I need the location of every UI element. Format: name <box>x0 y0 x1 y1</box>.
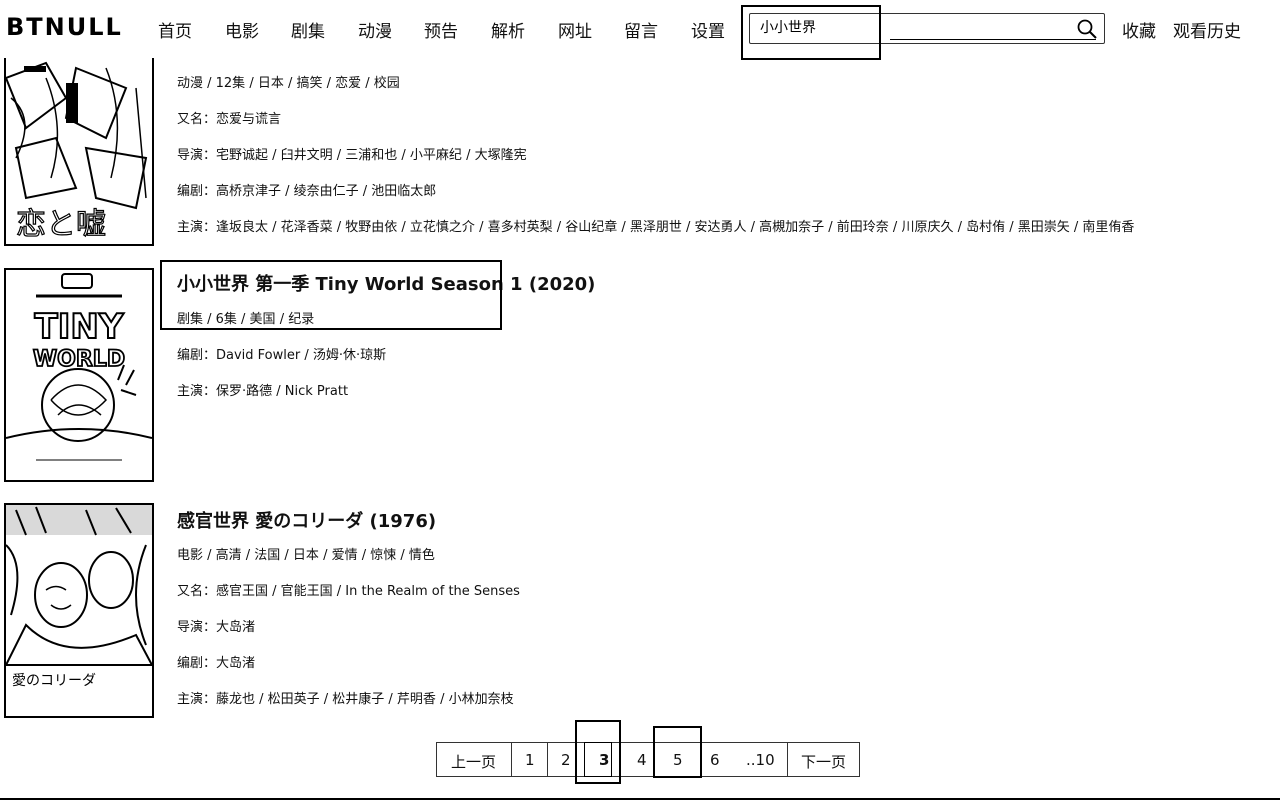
page-5-highlight-box <box>653 726 702 778</box>
meta-row: 电影 / 高清 / 法国 / 日本 / 爱情 / 惊悚 / 情色 <box>177 548 435 563</box>
pagination: 上一页 1 2 3 4 5 6 ..10 下一页 <box>436 742 860 777</box>
prev-page-button[interactable]: 上一页 <box>451 751 496 772</box>
meta-row: 动漫 / 12集 / 日本 / 搞笑 / 恋爱 / 校园 <box>177 76 400 91</box>
cast-row: 主演：保罗·路德 / Nick Pratt <box>177 384 349 399</box>
nav-movies[interactable]: 电影 <box>225 17 259 42</box>
search-underline <box>890 39 1096 40</box>
poster-caption: 恋と嘘 <box>16 207 106 242</box>
nav-settings[interactable]: 设置 <box>691 17 725 42</box>
cast-row: 主演：藤龙也 / 松田英子 / 松井康子 / 芹明香 / 小林加奈枝 <box>177 692 514 707</box>
page-4[interactable]: 4 <box>637 751 647 769</box>
writer-row: 编剧：高桥京津子 / 绫奈由仁子 / 池田临太郎 <box>177 184 437 199</box>
poster-image[interactable]: TINY WORLD <box>4 268 154 482</box>
item-title[interactable]: 感官世界 愛のコリーダ (1976) <box>177 507 436 533</box>
nav-series[interactable]: 剧集 <box>291 17 325 42</box>
pager-divider <box>787 743 788 776</box>
page-6[interactable]: 6 <box>710 751 720 769</box>
director-row: 导演：大岛渚 <box>177 620 256 635</box>
nav-messages[interactable]: 留言 <box>624 17 658 42</box>
poster-caption: 愛のコリーダ <box>12 673 96 689</box>
nav-anime[interactable]: 动漫 <box>358 17 392 42</box>
meta-row: 剧集 / 6集 / 美国 / 纪录 <box>177 312 315 327</box>
writer-row: 编剧：David Fowler / 汤姆·休·琼斯 <box>177 348 387 363</box>
nav-analysis[interactable]: 解析 <box>491 17 525 42</box>
poster-image[interactable]: 愛のコリーダ <box>4 503 154 718</box>
nav-links[interactable]: 网址 <box>558 17 592 42</box>
search-highlight-box <box>741 5 881 60</box>
search-icon[interactable] <box>1076 18 1098 40</box>
alias-row: 又名：感官王国 / 官能王国 / In the Realm of the Sen… <box>177 584 520 599</box>
alias-row: 又名：恋爱与谎言 <box>177 112 282 127</box>
pager-divider <box>547 743 548 776</box>
site-logo[interactable]: BTNULL <box>6 13 123 41</box>
poster-title-line1: TINY <box>35 307 124 347</box>
history-link[interactable]: 观看历史 <box>1173 17 1241 42</box>
page-2[interactable]: 2 <box>561 751 571 769</box>
next-page-button[interactable]: 下一页 <box>801 751 846 772</box>
bottom-divider <box>0 798 1280 800</box>
current-page-inner-box <box>584 742 612 777</box>
nav-home[interactable]: 首页 <box>158 17 192 42</box>
page-last[interactable]: ..10 <box>746 751 775 769</box>
cast-row: 主演：逢坂良太 / 花泽香菜 / 牧野由依 / 立花慎之介 / 喜多村英梨 / … <box>177 220 1135 235</box>
pager-divider <box>511 743 512 776</box>
poster-image[interactable]: 恋と嘘 <box>4 58 154 246</box>
nav-trailers[interactable]: 预告 <box>424 17 458 42</box>
page-1[interactable]: 1 <box>525 751 535 769</box>
director-row: 导演：宅野诚起 / 臼井文明 / 三浦和也 / 小平麻纪 / 大塚隆宪 <box>177 148 527 163</box>
top-bar: BTNULL 首页 电影 剧集 动漫 预告 解析 网址 留言 设置 收藏 观看历… <box>0 0 1280 60</box>
favorites-link[interactable]: 收藏 <box>1122 17 1156 42</box>
writer-row: 编剧：大岛渚 <box>177 656 256 671</box>
